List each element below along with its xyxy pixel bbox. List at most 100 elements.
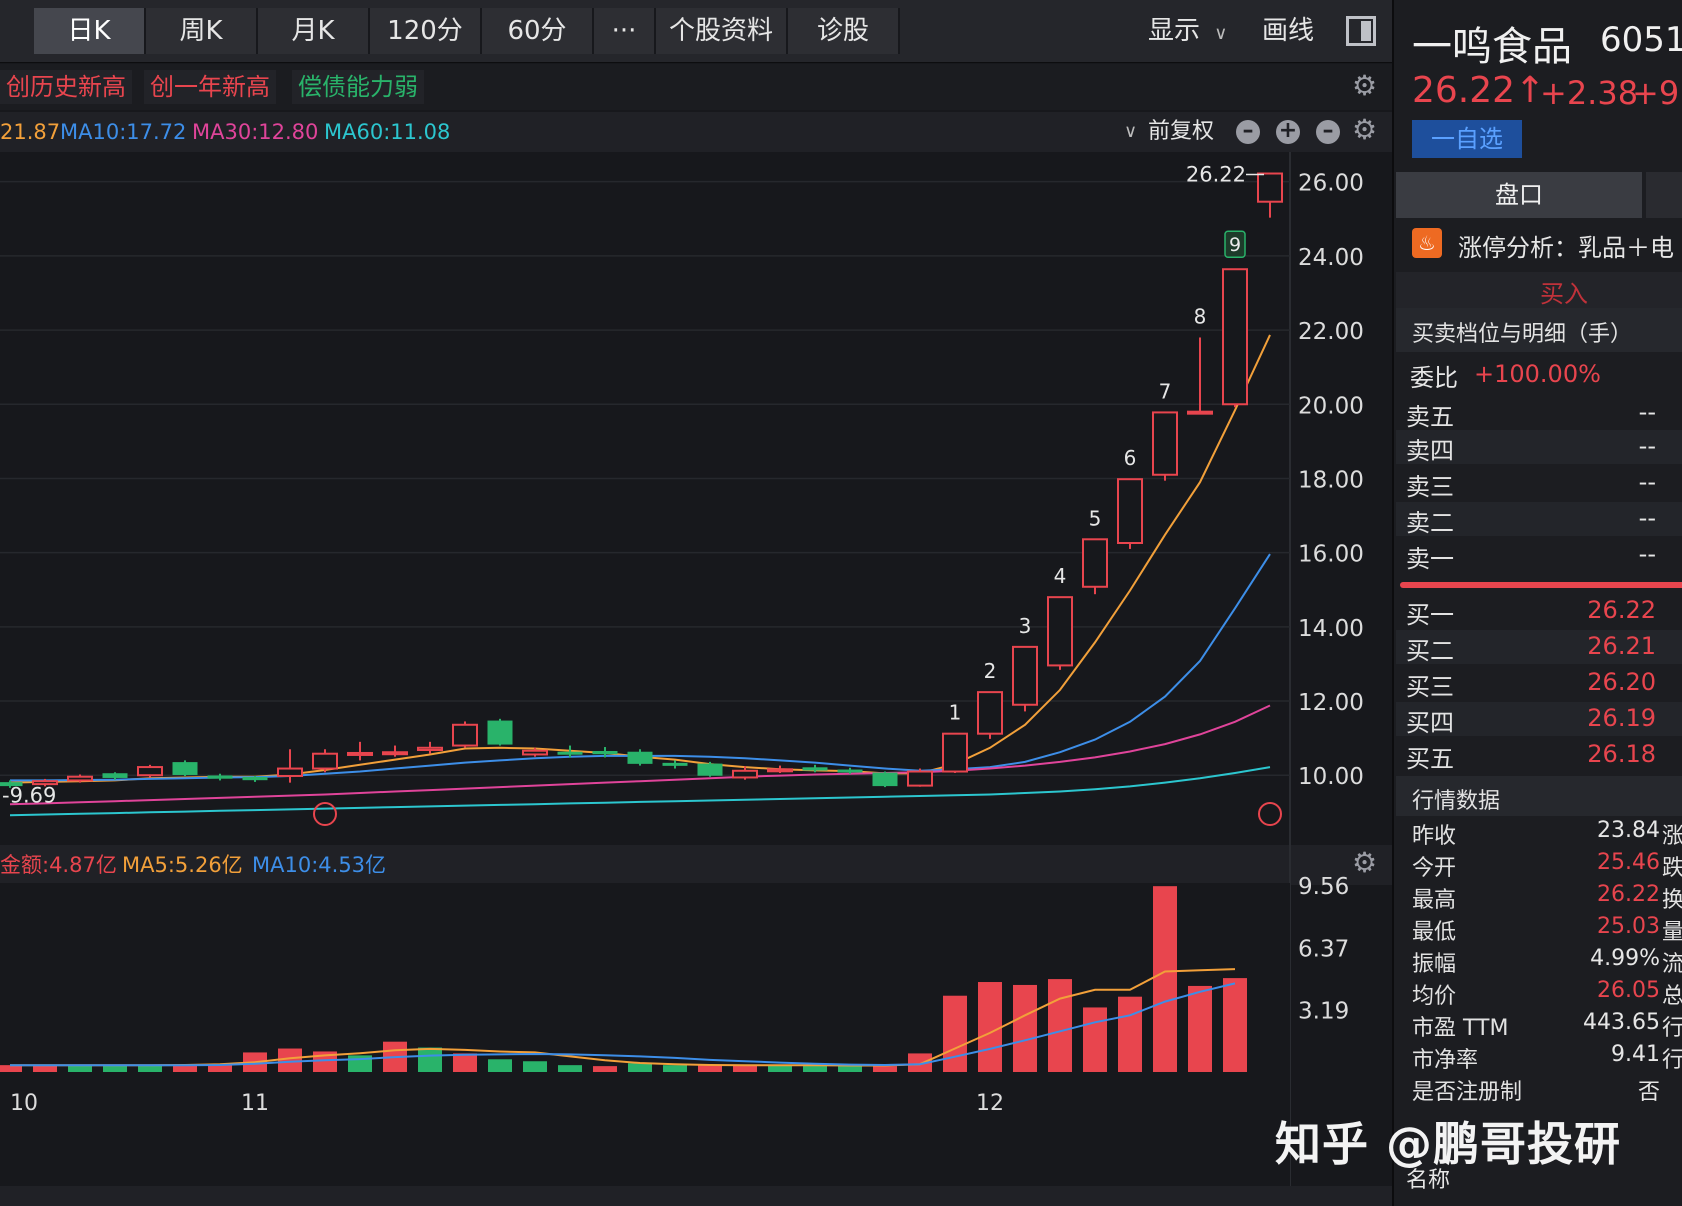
bid-price: 26.18 xyxy=(1587,740,1656,768)
kline-chart[interactable]: 26.00 24.00 22.00 20.00 18.00 16.00 14.00 12.00… xyxy=(0,152,1392,1186)
tab-stock-profile[interactable]: 个股资料 xyxy=(656,8,788,54)
tab-60min[interactable]: 60分 xyxy=(482,8,594,54)
price-tick-label: 18.00 xyxy=(1298,467,1364,493)
candle-body[interactable] xyxy=(207,775,233,779)
volume-bar[interactable] xyxy=(1083,1007,1107,1072)
buy-bar[interactable]: 买入 xyxy=(1396,272,1682,308)
ask-row-5[interactable]: 卖五 -- xyxy=(1396,396,1682,431)
volume-bar[interactable] xyxy=(418,1047,442,1072)
candle-body[interactable] xyxy=(1152,411,1178,476)
candle-body[interactable] xyxy=(662,762,688,766)
candle-body[interactable] xyxy=(767,768,793,773)
candle-body[interactable] xyxy=(1012,645,1038,706)
candle-body[interactable] xyxy=(697,763,723,776)
candle-body[interactable] xyxy=(837,769,863,773)
volume-bar[interactable] xyxy=(628,1063,652,1072)
candle-body[interactable] xyxy=(347,751,373,756)
candle-body[interactable] xyxy=(102,773,128,778)
volume-bar[interactable] xyxy=(873,1066,897,1072)
volume-bar[interactable] xyxy=(978,982,1002,1072)
bid-row-2[interactable]: 买二 26.21 xyxy=(1396,630,1682,665)
add-watchlist-button[interactable]: 一自选 xyxy=(1412,120,1522,158)
volume-bar[interactable] xyxy=(593,1066,617,1072)
tab-secondary[interactable] xyxy=(1646,172,1682,218)
candle-body[interactable] xyxy=(382,751,408,756)
volume-bar[interactable] xyxy=(523,1061,547,1072)
tab-diagnose[interactable]: 诊股 xyxy=(788,8,900,54)
zoom-out-icon[interactable]: – xyxy=(1316,120,1340,144)
tab-weekly-k[interactable]: 周K xyxy=(146,8,258,54)
candle-body[interactable] xyxy=(172,762,198,775)
candle-body[interactable] xyxy=(67,775,93,782)
bid-row-4[interactable]: 买四 26.19 xyxy=(1396,702,1682,737)
candle-body[interactable] xyxy=(1222,268,1248,406)
bid-label: 买一 xyxy=(1406,601,1454,629)
candle-body[interactable] xyxy=(277,767,303,777)
candle-body[interactable] xyxy=(977,691,1003,735)
candle-body[interactable] xyxy=(242,776,268,781)
limit-up-analysis[interactable]: 涨停分析：乳品＋电 xyxy=(1458,228,1674,263)
volume-bar[interactable] xyxy=(1118,996,1142,1072)
ma-indicator-row: 21.87 MA10:17.72 MA30:12.80 MA60:11.08 ∨… xyxy=(0,112,1392,152)
more-periods-button[interactable]: ··· xyxy=(594,8,656,54)
volume-bar[interactable] xyxy=(663,1065,687,1072)
collapse-icon[interactable]: – xyxy=(1236,120,1260,144)
candle-body[interactable] xyxy=(872,772,898,787)
volume-bar[interactable] xyxy=(488,1059,512,1072)
volume-bar[interactable] xyxy=(1048,979,1072,1072)
candle-body[interactable] xyxy=(1082,538,1108,588)
volume-bar[interactable] xyxy=(1013,984,1037,1072)
candle-body[interactable] xyxy=(802,767,828,771)
ask-row-3[interactable]: 卖三 -- xyxy=(1396,466,1682,501)
volume-bar[interactable] xyxy=(1188,985,1212,1072)
candle-body[interactable] xyxy=(732,769,758,779)
candle-body[interactable] xyxy=(907,770,933,787)
candle-body[interactable] xyxy=(417,746,443,751)
ask-row-1[interactable]: 卖一 -- xyxy=(1396,538,1682,573)
bid-row-5[interactable]: 买五 26.18 xyxy=(1396,738,1682,773)
candle-body[interactable] xyxy=(592,750,618,755)
quote-data-title: 行情数据 xyxy=(1412,789,1501,814)
volume-bar[interactable] xyxy=(943,995,967,1072)
bid-row-1[interactable]: 买一 26.22 xyxy=(1396,594,1682,629)
candle-body[interactable] xyxy=(137,766,163,777)
draw-line-button[interactable]: 画线 xyxy=(1262,8,1314,54)
tab-orderbook[interactable]: 盘口 xyxy=(1396,172,1642,218)
tag-all-time-high[interactable]: 创历史新高 xyxy=(0,70,132,104)
volume-bar[interactable] xyxy=(278,1048,302,1072)
candle-body[interactable] xyxy=(487,720,513,745)
candle-body[interactable] xyxy=(1117,478,1143,544)
candle-body[interactable] xyxy=(1257,172,1283,203)
ask-row-2[interactable]: 卖二 -- xyxy=(1396,502,1682,537)
zoom-in-icon[interactable]: + xyxy=(1276,120,1300,144)
volume-bar[interactable] xyxy=(1223,978,1247,1072)
layout-toggle-icon[interactable] xyxy=(1346,16,1376,46)
volume-bar[interactable] xyxy=(1153,886,1177,1072)
bottom-scroll-strip[interactable] xyxy=(0,1186,1392,1206)
quote-extra-label: 换 xyxy=(1661,888,1682,913)
candle-body[interactable] xyxy=(452,723,478,747)
display-menu[interactable]: 显示 ∨ xyxy=(1148,8,1227,54)
tag-yearly-high[interactable]: 创一年新高 xyxy=(144,70,276,104)
bid-row-3[interactable]: 买三 26.20 xyxy=(1396,666,1682,701)
candle-body[interactable] xyxy=(942,732,968,773)
ask-row-4[interactable]: 卖四 -- xyxy=(1396,430,1682,465)
candle-body[interactable] xyxy=(1187,410,1213,415)
tab-daily-k[interactable]: 日K xyxy=(34,8,146,54)
adjust-mode-select[interactable]: 前复权 xyxy=(1148,116,1214,148)
gear-icon[interactable]: ⚙ xyxy=(1352,116,1377,144)
volume-bar[interactable] xyxy=(453,1053,477,1072)
volume-bar[interactable] xyxy=(558,1065,582,1072)
candle-body[interactable] xyxy=(557,751,583,755)
candle-body[interactable] xyxy=(522,749,548,756)
quote-value: 26.22 xyxy=(1597,882,1660,907)
tab-monthly-k[interactable]: 月K xyxy=(258,8,370,54)
candle-body[interactable] xyxy=(312,752,338,770)
volume-bar[interactable] xyxy=(698,1065,722,1072)
candle-body[interactable] xyxy=(627,751,653,764)
volume-bar[interactable] xyxy=(208,1065,232,1072)
gear-icon[interactable]: ⚙ xyxy=(1352,72,1377,100)
tag-weak-solvency[interactable]: 偿债能力弱 xyxy=(292,70,424,104)
tab-120min[interactable]: 120分 xyxy=(370,8,482,54)
candle-body[interactable] xyxy=(1047,596,1073,667)
